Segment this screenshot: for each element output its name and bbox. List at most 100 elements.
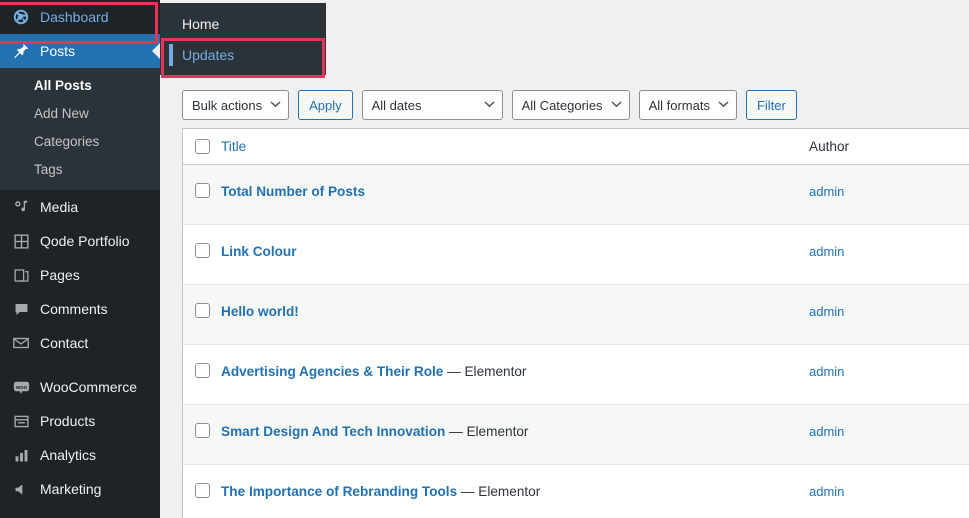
row-author-cell: admin	[809, 345, 969, 404]
row-title-cell: Advertising Agencies & Their Role — Elem…	[221, 345, 809, 404]
row-checkbox[interactable]	[194, 243, 210, 258]
row-title-cell: Total Number of Posts	[221, 165, 809, 224]
sidebar-item-qode-portfolio[interactable]: Qode Portfolio	[0, 224, 160, 258]
row-checkbox-cell[interactable]	[183, 405, 221, 464]
select-all-checkbox[interactable]	[194, 139, 210, 154]
row-checkbox-cell[interactable]	[183, 285, 221, 344]
megaphone-icon	[11, 479, 31, 499]
chevron-down-icon	[270, 100, 281, 110]
dashboard-icon	[11, 7, 31, 27]
envelope-icon	[11, 333, 31, 353]
author-link[interactable]: admin	[809, 484, 844, 499]
submenu-item-tags[interactable]: Tags	[0, 156, 160, 184]
bulk-actions-label: Bulk actions	[192, 97, 263, 113]
post-title-suffix: — Elementor	[445, 424, 529, 439]
row-checkbox-cell[interactable]	[183, 345, 221, 404]
flyout-item-home[interactable]: Home	[160, 9, 326, 40]
author-link[interactable]: admin	[809, 364, 844, 379]
sidebar-item-label: Analytics	[40, 447, 97, 463]
column-header-author[interactable]: Author	[809, 139, 969, 154]
sidebar-item-woocommerce[interactable]: woo WooCommerce	[0, 370, 160, 404]
products-icon	[11, 411, 31, 431]
row-checkbox-cell[interactable]	[183, 165, 221, 224]
post-title-link[interactable]: Smart Design And Tech Innovation	[221, 424, 445, 439]
table-row[interactable]: The Importance of Rebranding Tools — Ele…	[183, 465, 969, 518]
column-header-author-label: Author	[809, 139, 850, 154]
row-checkbox-cell[interactable]	[183, 225, 221, 284]
table-header-row: Title Author	[183, 129, 969, 165]
sidebar-item-label: Pages	[40, 267, 80, 283]
sidebar-item-label: Products	[40, 413, 96, 429]
posts-list-table: Title Author Total Number of Posts admin	[182, 128, 969, 518]
author-link[interactable]: admin	[809, 304, 844, 319]
sidebar-item-analytics[interactable]: Analytics	[0, 438, 160, 472]
row-author-cell: admin	[809, 285, 969, 344]
select-all-checkbox-cell[interactable]	[183, 139, 221, 154]
sidebar-item-marketing[interactable]: Marketing	[0, 472, 160, 506]
row-author-cell: admin	[809, 465, 969, 518]
post-title-link[interactable]: Hello world!	[221, 304, 299, 319]
sidebar-item-media[interactable]: Media	[0, 190, 160, 224]
filter-button[interactable]: Filter	[745, 90, 797, 120]
sidebar-separator	[0, 360, 160, 370]
all-dates-select[interactable]: All dates	[361, 90, 503, 120]
bulk-actions-select[interactable]: Bulk actions	[182, 90, 290, 120]
author-link[interactable]: admin	[809, 424, 844, 439]
post-title-link[interactable]: The Importance of Rebranding Tools	[221, 484, 457, 499]
sidebar-item-label: Media	[40, 199, 79, 215]
post-title-link[interactable]: Advertising Agencies & Their Role	[221, 364, 443, 379]
main-content-area: Bulk actions Apply All dates All Categor…	[160, 0, 969, 518]
row-checkbox[interactable]	[194, 183, 210, 198]
post-title-suffix: — Elementor	[457, 484, 541, 499]
sidebar-item-posts[interactable]: Posts	[0, 34, 160, 68]
comment-icon	[11, 299, 31, 319]
author-link[interactable]: admin	[809, 184, 844, 199]
submenu-item-add-new[interactable]: Add New	[0, 100, 160, 128]
sidebar-item-products[interactable]: Products	[0, 404, 160, 438]
post-title-link[interactable]: Total Number of Posts	[221, 184, 365, 199]
row-checkbox-cell[interactable]	[183, 465, 221, 518]
sidebar-item-dashboard[interactable]: Dashboard	[0, 0, 160, 34]
flyout-item-updates[interactable]: Updates	[160, 40, 326, 71]
all-categories-select[interactable]: All Categories	[511, 90, 630, 120]
apply-button[interactable]: Apply	[298, 90, 353, 120]
all-formats-label: All formats	[648, 97, 710, 113]
table-row[interactable]: Smart Design And Tech Innovation — Eleme…	[183, 405, 969, 465]
all-formats-select[interactable]: All formats	[638, 90, 737, 120]
post-title-link[interactable]: Link Colour	[221, 244, 297, 259]
row-checkbox[interactable]	[194, 483, 210, 498]
row-checkbox[interactable]	[194, 363, 210, 378]
sidebar-item-contact[interactable]: Contact	[0, 326, 160, 360]
active-arrow-posts	[152, 43, 160, 59]
post-title-suffix: — Elementor	[443, 364, 527, 379]
row-title-cell: The Importance of Rebranding Tools — Ele…	[221, 465, 809, 518]
row-checkbox[interactable]	[194, 423, 210, 438]
row-author-cell: admin	[809, 405, 969, 464]
pin-icon	[11, 41, 31, 61]
table-row[interactable]: Hello world! admin	[183, 285, 969, 345]
wordpress-admin-screen: Dashboard Posts All Posts Add New Catego…	[0, 0, 969, 518]
chevron-down-icon	[484, 100, 495, 110]
submenu-item-all-posts[interactable]: All Posts	[0, 72, 160, 100]
table-navigation-toolbar: Bulk actions Apply All dates All Categor…	[182, 90, 797, 120]
column-header-title[interactable]: Title	[221, 138, 809, 156]
row-title-cell: Smart Design And Tech Innovation — Eleme…	[221, 405, 809, 464]
row-author-cell: admin	[809, 225, 969, 284]
sidebar-item-pages[interactable]: Pages	[0, 258, 160, 292]
sidebar-item-comments[interactable]: Comments	[0, 292, 160, 326]
submenu-item-categories[interactable]: Categories	[0, 128, 160, 156]
all-categories-label: All Categories	[521, 97, 603, 113]
analytics-icon	[11, 445, 31, 465]
author-link[interactable]: admin	[809, 244, 844, 259]
table-row[interactable]: Advertising Agencies & Their Role — Elem…	[183, 345, 969, 405]
table-row[interactable]: Link Colour admin	[183, 225, 969, 285]
sidebar-item-label: Contact	[40, 335, 89, 351]
sidebar-item-label: Marketing	[40, 481, 102, 497]
dashboard-flyout-submenu: Home Updates	[160, 3, 326, 75]
flyout-arrow-dashboard	[152, 9, 160, 25]
chevron-down-icon	[718, 100, 729, 110]
row-checkbox[interactable]	[194, 303, 210, 318]
sidebar-item-label: Dashboard	[40, 9, 109, 25]
chevron-down-icon	[610, 100, 622, 110]
table-row[interactable]: Total Number of Posts admin	[183, 165, 969, 225]
